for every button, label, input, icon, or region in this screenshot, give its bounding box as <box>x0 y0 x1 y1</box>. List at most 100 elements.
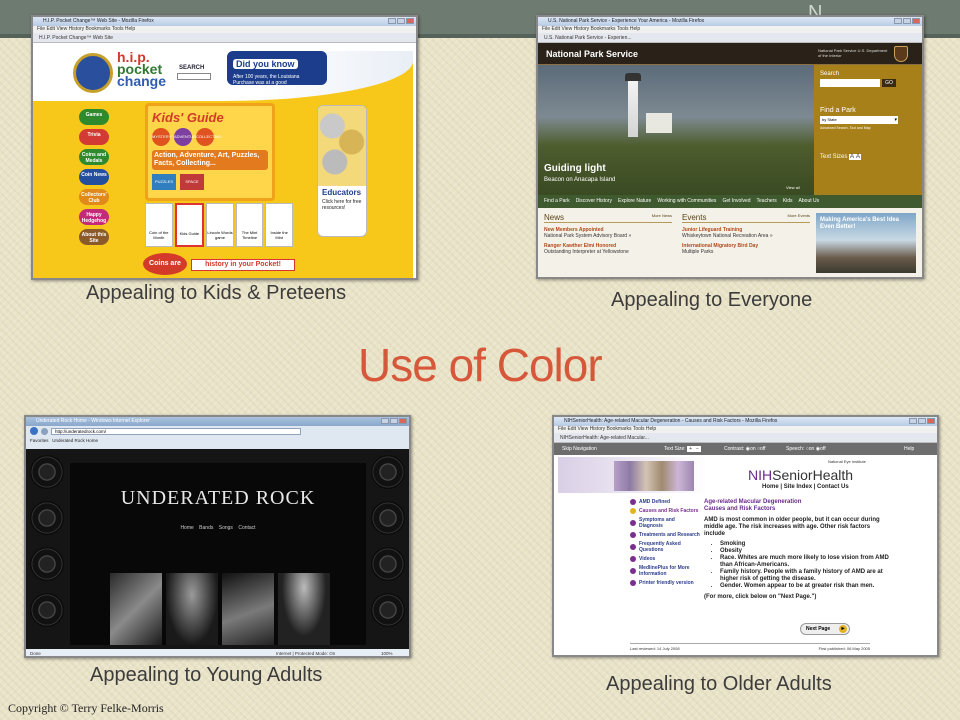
nav-contact[interactable]: Contact <box>238 525 255 531</box>
thumb-kids-guide[interactable]: Kids Guide <box>174 203 205 247</box>
nav-collectors-club[interactable]: Collectors' Club <box>79 189 109 205</box>
nav-about-us[interactable]: About Us <box>799 198 820 204</box>
thumb-coin-of-month[interactable]: Coin of the Month <box>145 203 173 247</box>
text-size-control[interactable]: Text Size: + − <box>664 443 701 455</box>
nav-find-park[interactable]: Find a Park <box>544 198 570 204</box>
search-input[interactable] <box>177 73 211 80</box>
menu-item[interactable]: Frequently Asked Questions <box>630 541 700 553</box>
more-text: (For more, click below on "Next Page.") <box>704 594 817 600</box>
close-icon[interactable] <box>399 418 407 424</box>
nav-working-communities[interactable]: Working with Communities <box>657 198 716 204</box>
nav-home[interactable]: Home <box>180 525 193 531</box>
go-button[interactable]: GO <box>882 79 896 87</box>
window-title-bar: H.I.P. Pocket Change™ Web Site - Mozilla… <box>33 17 416 26</box>
menu-item[interactable]: AMD Defined <box>630 499 700 505</box>
nav-games[interactable]: Games <box>79 109 109 125</box>
nav-trivia[interactable]: Trivia <box>79 129 109 145</box>
kids-guide-panel[interactable]: Kids' Guide MYSTERY ADVENTURE COLLECTING… <box>145 103 275 201</box>
zoom-level[interactable]: 100% <box>381 649 393 656</box>
rock-page: UNDERATED ROCK Home Bands Songs Contact <box>26 449 409 649</box>
contrast-control[interactable]: Contrast: ◉on ○off <box>724 443 766 455</box>
more-events-link[interactable]: More Events <box>788 213 810 222</box>
nav-get-involved[interactable]: Get Involved <box>722 198 750 204</box>
minimize-icon[interactable] <box>381 418 389 424</box>
advanced-search-link[interactable]: Advanced Search, Tool and Map <box>820 126 916 130</box>
next-page-button[interactable]: Next Page ▸ <box>800 623 850 635</box>
nav-explore-nature[interactable]: Explore Nature <box>618 198 651 204</box>
back-icon[interactable] <box>30 427 38 435</box>
nav-coins-medals[interactable]: Coins and Medals <box>79 149 109 165</box>
maximize-icon[interactable] <box>397 18 405 24</box>
nav-songs[interactable]: Songs <box>219 525 233 531</box>
hero-image[interactable]: Guiding light Beacon on Anacapa Island V… <box>538 65 814 195</box>
did-you-know-box[interactable]: Did you know After 100 years, the Louisia… <box>227 51 327 86</box>
browser-tab[interactable]: NIHSeniorHealth: Age-related Macular... <box>554 433 937 443</box>
menu-item[interactable]: Treatments and Research <box>630 532 700 538</box>
us-mint-seal-icon <box>73 53 113 93</box>
site-index-link[interactable]: Site Index <box>784 484 812 490</box>
text-sizes[interactable]: Text Sizes AA <box>820 154 916 160</box>
skip-navigation-link[interactable]: Skip Navigation <box>562 446 597 452</box>
thumb-mint-timeline[interactable]: The Mint Timeline <box>235 203 264 247</box>
educators-panel[interactable]: Educators Click here for free resources! <box>317 105 367 237</box>
caption-kids: Appealing to Kids & Preteens <box>86 282 347 304</box>
lighthouse-lamp <box>625 73 641 81</box>
speech-control[interactable]: Speech: ○on ◉off <box>786 443 826 455</box>
nav-about[interactable]: About this Site <box>79 229 109 245</box>
menu-item[interactable]: MedlinePlus for More Information <box>630 565 700 577</box>
nav-kids[interactable]: Kids <box>783 198 793 204</box>
window-controls <box>381 418 407 424</box>
help-link[interactable]: Help <box>904 443 914 455</box>
minimize-icon[interactable] <box>894 18 902 24</box>
window-controls <box>894 18 920 24</box>
browser-tab[interactable]: Underated Rock Home <box>52 438 98 443</box>
speaker-icon <box>371 547 405 581</box>
close-icon[interactable] <box>912 18 920 24</box>
view-all-link[interactable]: View all <box>786 185 800 190</box>
menu-bar[interactable]: File Edit View History Bookmarks Tools H… <box>538 26 922 33</box>
speaker-icon <box>30 455 64 489</box>
main-nav: Find a Park Discover History Explore Natur… <box>538 195 922 208</box>
more-news-link[interactable]: More News <box>652 213 672 222</box>
search-input[interactable] <box>820 79 880 87</box>
nav-bands[interactable]: Bands <box>199 525 213 531</box>
heading-amd: Age-related Macular Degeneration <box>704 499 802 505</box>
close-icon[interactable] <box>927 418 935 424</box>
rock-nav: Home Bands Songs Contact <box>70 525 366 531</box>
browser-tab[interactable]: H.I.P. Pocket Change™ Web Site <box>33 33 416 43</box>
minimize-icon[interactable] <box>909 418 917 424</box>
nav-happy-hedgehog[interactable]: Happy Hedgehog <box>79 209 109 225</box>
minimize-icon[interactable] <box>388 18 396 24</box>
nih-senior-health-logo: NIHSeniorHealth <box>748 467 854 483</box>
menu-item[interactable]: Printer friendly version <box>630 580 700 586</box>
nav-discover-history[interactable]: Discover History <box>576 198 612 204</box>
nav-teachers[interactable]: Teachers <box>757 198 777 204</box>
favorites-button[interactable]: Favorites <box>30 438 49 443</box>
menu-bar[interactable]: File Edit View History Bookmarks Tools H… <box>33 26 416 33</box>
chevron-down-icon: ▾ <box>894 117 897 123</box>
address-bar[interactable]: http://underatedrock.com/ <box>51 427 301 435</box>
window-title: NIHSeniorHealth: Age-related Macular Deg… <box>564 418 778 424</box>
thumb-lincoln-words[interactable]: Lincoln Words game <box>206 203 234 247</box>
menu-item[interactable]: Videos <box>630 556 700 562</box>
contact-us-link[interactable]: Contact Us <box>817 484 849 490</box>
forward-icon[interactable] <box>41 427 48 435</box>
promo-image[interactable]: Making America's Best Idea Even Better! <box>816 213 916 273</box>
home-link[interactable]: Home <box>762 484 779 490</box>
tab-row: Favorites Underated Rock Home <box>26 436 409 446</box>
nih-toolbar: Skip Navigation Text Size: + − Contrast: … <box>554 443 937 455</box>
thumb-inside-mint[interactable]: Inside the Mint <box>265 203 293 247</box>
menu-item-active[interactable]: Causes and Risk Factors <box>630 508 700 514</box>
menu-item[interactable]: Symptoms and Diagnosis <box>630 517 700 529</box>
close-icon[interactable] <box>406 18 414 24</box>
maximize-icon[interactable] <box>918 418 926 424</box>
maximize-icon[interactable] <box>903 18 911 24</box>
menu-bar[interactable]: File Edit View History Bookmarks Tools H… <box>554 426 937 433</box>
nav-coin-news[interactable]: Coin News <box>79 169 109 185</box>
browser-tab[interactable]: U.S. National Park Service - Experien... <box>538 33 922 43</box>
nps-site-screenshot: U.S. National Park Service - Experience … <box>536 15 924 279</box>
maximize-icon[interactable] <box>390 418 398 424</box>
state-select[interactable]: by State ▾ <box>820 116 898 124</box>
first-published: First published: 06 May 2005 <box>818 646 870 651</box>
window-title-bar: Underated Rock Home - Windows Internet E… <box>26 417 409 426</box>
